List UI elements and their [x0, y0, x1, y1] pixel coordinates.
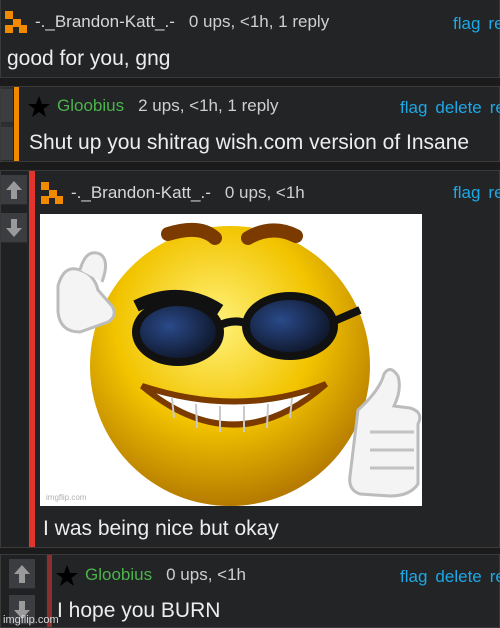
flag-link[interactable]: flag — [453, 183, 480, 203]
orange-pixel-avatar-icon[interactable] — [41, 182, 63, 204]
vote-column — [1, 87, 13, 161]
comment-stats: 2 ups, <1h, 1 reply — [138, 96, 279, 115]
comment-stats: 0 ups, <1h — [224, 183, 305, 202]
comment-meta: Gloobius 2 ups, <1h, 1 reply — [27, 95, 278, 117]
comment-text: I was being nice but okay — [43, 517, 279, 540]
reply-link[interactable]: re — [490, 567, 500, 587]
comment-2: Gloobius 2 ups, <1h, 1 reply flag delete… — [0, 86, 500, 162]
comment-actions: flag delete re — [400, 98, 500, 118]
comment-text: I hope you BURN — [57, 599, 221, 622]
comment-1: -._Brandon-Katt_.- 0 ups, <1h, 1 reply f… — [0, 0, 500, 78]
orange-pixel-avatar-icon[interactable] — [5, 11, 27, 33]
flag-link[interactable]: flag — [400, 98, 427, 118]
reply-link[interactable]: re — [488, 183, 500, 203]
comment-text: good for you, gng — [7, 47, 171, 70]
comment-actions: flag re — [453, 14, 500, 34]
imgflip-watermark: imgflip.com — [3, 614, 59, 626]
upvote-button[interactable] — [1, 89, 13, 123]
comment-actions: flag delete re — [400, 567, 500, 587]
meme-image[interactable]: imgflip.com — [40, 214, 422, 506]
comment-text: Shut up you shitrag wish.com version of … — [29, 131, 470, 154]
upvote-button[interactable] — [1, 175, 27, 205]
comment-stats: 0 ups, <1h, 1 reply — [188, 12, 330, 31]
username[interactable]: -._Brandon-Katt_.- — [35, 12, 175, 32]
upvote-button[interactable] — [9, 559, 35, 589]
comment-meta: -._Brandon-Katt_.- 0 ups, <1h, 1 reply — [5, 11, 329, 33]
comment-meta: -._Brandon-Katt_.- 0 ups, <1h — [41, 182, 305, 204]
black-star-icon[interactable] — [55, 564, 78, 586]
delete-link[interactable]: delete — [435, 98, 481, 118]
vote-column — [1, 171, 27, 547]
black-star-icon[interactable] — [27, 95, 50, 117]
delete-link[interactable]: delete — [435, 567, 481, 587]
downvote-button[interactable] — [1, 127, 13, 161]
image-watermark: imgflip.com — [46, 493, 87, 502]
username[interactable]: Gloobius — [85, 565, 152, 585]
thread-bar — [14, 87, 19, 161]
flag-link[interactable]: flag — [453, 14, 480, 34]
username[interactable]: Gloobius — [57, 96, 124, 116]
comment-4: Gloobius 0 ups, <1h flag delete re I hop… — [0, 554, 500, 628]
comment-stats: 0 ups, <1h — [166, 565, 246, 584]
sunglasses-emoji-image — [56, 222, 422, 506]
comment-meta: Gloobius 0 ups, <1h — [55, 564, 246, 586]
thread-bar — [29, 171, 35, 547]
username[interactable]: -._Brandon-Katt_.- — [71, 183, 211, 203]
reply-link[interactable]: re — [488, 14, 500, 34]
downvote-button[interactable] — [1, 213, 27, 243]
comment-actions: flag re — [453, 183, 500, 203]
reply-link[interactable]: re — [490, 98, 500, 118]
flag-link[interactable]: flag — [400, 567, 427, 587]
